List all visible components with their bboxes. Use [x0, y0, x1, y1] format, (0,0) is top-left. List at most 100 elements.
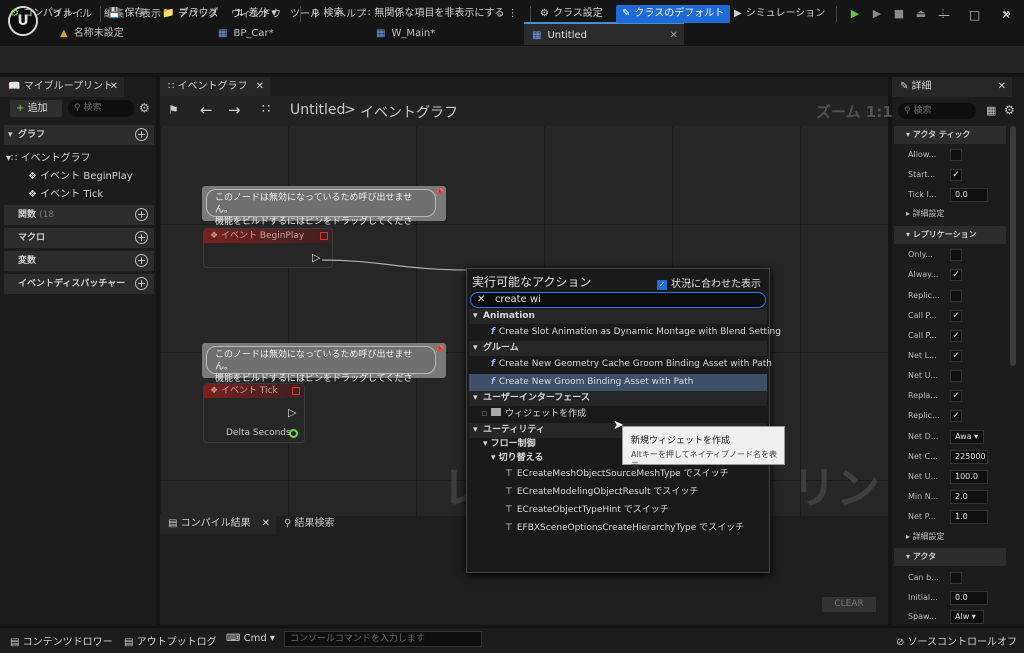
find-results-tab[interactable]: ⚲ 結果検索 [284, 514, 335, 534]
class-defaults-button[interactable]: ✎ クラスのデフォルト [616, 5, 731, 23]
section-macros[interactable]: マクロ + [4, 228, 154, 248]
category-animation[interactable]: ▾ Animation [469, 309, 767, 324]
advanced-settings-2[interactable]: ▸ 詳細設定 [894, 528, 1006, 546]
stop-icon[interactable]: ■ [892, 7, 906, 21]
forward-arrow-icon[interactable]: → [228, 101, 241, 119]
play-icon[interactable]: ▶ [848, 7, 862, 21]
overflow-chevron-icon[interactable]: » [1000, 7, 1014, 21]
details-tab[interactable]: ✎ 詳細 ✕ [892, 77, 1012, 97]
simulation-button[interactable]: ▶ シミュレーション [734, 5, 825, 23]
node-tick[interactable]: ❖ イベント Tick ▷ Delta Seconds [203, 383, 305, 443]
comment-bubble[interactable]: このノードは無効になっているため呼び出せません。 機能をビルドするにはピンをドラッ… [202, 186, 446, 239]
action-item[interactable]: ⊤ ECreateObjectTypeHint でスイッチ [469, 502, 767, 519]
section-graph[interactable]: ▾ グラフ + [4, 125, 154, 145]
tree-tick[interactable]: ❖ イベント Tick [28, 185, 103, 200]
close-icon[interactable]: ✕ [998, 77, 1006, 97]
hide-unrelated-button[interactable]: ∷ 無関係な項目を非表示にする ⋮ [364, 5, 518, 23]
tree-event-graph[interactable]: ▾∷ イベントグラフ [6, 149, 91, 164]
doc-tab-w-main[interactable]: ▦ W_Main* [368, 22, 518, 45]
action-item[interactable]: ⊤ ECreateModelingObjectResult でスイッチ [469, 484, 767, 501]
checkbox-checked[interactable]: ✓ [950, 269, 962, 281]
action-search-input[interactable]: ✕ create wi [470, 292, 766, 308]
checkbox[interactable] [950, 572, 962, 584]
breadcrumb-root[interactable]: Untitled [290, 102, 345, 118]
close-icon[interactable]: ✕ [256, 77, 264, 97]
category-actor[interactable]: ▾ アクタ [894, 548, 1006, 566]
details-search-input[interactable]: ⚲ 検索 [898, 103, 976, 119]
number-field[interactable]: 1.0 [950, 510, 988, 524]
checkbox[interactable] [950, 370, 962, 382]
add-variable-icon[interactable]: + [135, 254, 148, 267]
close-icon[interactable]: ✕ [110, 77, 118, 97]
section-variables[interactable]: 変数 + [4, 251, 154, 271]
compile-results-tab[interactable]: ▤ コンパイル結果 ✕ [160, 514, 276, 534]
breadcrumb-leaf[interactable]: イベントグラフ [360, 102, 458, 122]
checkbox-checked[interactable]: ✓ [950, 169, 962, 181]
checkbox[interactable] [950, 290, 962, 302]
add-graph-icon[interactable]: + [135, 128, 148, 141]
clear-button[interactable]: CLEAR [822, 597, 876, 612]
class-settings-button[interactable]: ⚙ クラス設定 [540, 5, 603, 23]
compile-button[interactable]: ⚙ コンパイル ⋮ [10, 5, 86, 23]
search-button[interactable]: ⚲ 検索 [312, 5, 343, 23]
exec-pin-icon[interactable]: ▷ [288, 406, 296, 419]
category-actor-tick[interactable]: ▾ アクタ ティック [894, 126, 1006, 144]
pin-icon[interactable]: 📌 [434, 345, 444, 354]
section-functions[interactable]: 関数 (18 + [4, 205, 154, 225]
my-blueprint-tab[interactable]: 📖 マイブループリント ✕ [0, 77, 124, 97]
checkbox[interactable] [950, 249, 962, 261]
doc-tab-untitled[interactable]: ▦ Untitled ✕ [524, 22, 684, 45]
checkbox-checked[interactable]: ✓ [950, 390, 962, 402]
number-field[interactable]: 100.0 [950, 470, 988, 484]
event-graph-tab[interactable]: ∷ イベントグラフ ✕ [160, 77, 270, 97]
float-pin-icon[interactable] [289, 429, 298, 438]
close-tab-icon[interactable]: ✕ [670, 24, 678, 47]
gear-icon[interactable]: ⚙ [139, 101, 150, 115]
step-icon[interactable]: ▶ [870, 7, 884, 21]
browse-button[interactable]: 📁 ブラウズ [162, 5, 218, 23]
delegate-pin-icon[interactable] [320, 232, 328, 240]
checkbox-checked[interactable]: ✓ [950, 410, 962, 422]
cmd-dropdown[interactable]: ⌨ Cmd ▾ [226, 633, 275, 644]
maximize-icon[interactable]: □ [969, 8, 980, 22]
close-icon[interactable]: ✕ [262, 514, 270, 534]
node-begin-play[interactable]: ❖ イベント BeginPlay ▷ [203, 228, 333, 268]
add-function-icon[interactable]: + [135, 208, 148, 221]
number-field[interactable]: 2.0 [950, 490, 988, 504]
category-replication[interactable]: ▾ レプリケーション [894, 226, 1006, 244]
action-item-highlighted[interactable]: f Create New Groom Binding Asset with Pat… [469, 374, 767, 391]
output-log-button[interactable]: ▤ アウトプットログ [124, 633, 217, 648]
category-groom[interactable]: ▾ グルーム [469, 341, 767, 356]
add-macro-icon[interactable]: + [135, 231, 148, 244]
dropdown[interactable]: Alw ▾ [950, 610, 984, 624]
number-field[interactable]: 225000 [950, 450, 988, 464]
source-control-button[interactable]: ⊘ ソースコントロールオフ [896, 633, 1017, 648]
delegate-pin-icon[interactable] [292, 387, 300, 395]
save-button[interactable]: 💾 保存 [108, 5, 144, 23]
checkbox-checked[interactable]: ✓ [950, 330, 962, 342]
tree-begin-play[interactable]: ❖ イベント BeginPlay [28, 167, 133, 182]
doc-tab-level[interactable]: ▲ 名称未設定 [52, 22, 202, 45]
bookmark-icon[interactable]: ⚑ [168, 103, 179, 117]
checkbox-checked[interactable]: ✓ [950, 350, 962, 362]
advanced-settings-1[interactable]: ▸ 詳細設定 [894, 205, 1006, 223]
checkbox[interactable] [950, 149, 962, 161]
options-icon[interactable]: ⋮ [936, 7, 950, 21]
pin-icon[interactable]: 📌 [434, 188, 444, 197]
comment-bubble[interactable]: このノードは無効になっているため呼び出せません。 機能をビルドするにはピンをドラッ… [202, 343, 446, 396]
content-drawer-button[interactable]: ▤ コンテンツドロワー [10, 633, 113, 648]
back-arrow-icon[interactable]: ← [200, 101, 213, 119]
table-view-icon[interactable]: ▦ [986, 104, 996, 117]
gear-icon[interactable]: ⚙ [1004, 103, 1015, 117]
number-field[interactable]: 0.0 [950, 591, 988, 605]
checkbox-checked[interactable]: ✓ [950, 310, 962, 322]
blueprint-search-input[interactable]: ⚲ 検索 [68, 100, 134, 117]
action-item[interactable]: f Create New Geometry Cache Groom Binding… [469, 356, 772, 373]
add-button[interactable]: + 追加 [10, 100, 62, 117]
number-field[interactable]: 0.0 [950, 188, 988, 202]
console-input[interactable]: コンソールコマンドを入力します [284, 631, 482, 647]
section-dispatchers[interactable]: イベントディスパッチャー + [4, 274, 154, 294]
category-user-interface[interactable]: ▾ ユーザーインターフェース [469, 391, 767, 406]
dropdown[interactable]: Awa ▾ [950, 430, 984, 444]
doc-tab-bp-car[interactable]: ▦ BP_Car* [210, 22, 360, 45]
